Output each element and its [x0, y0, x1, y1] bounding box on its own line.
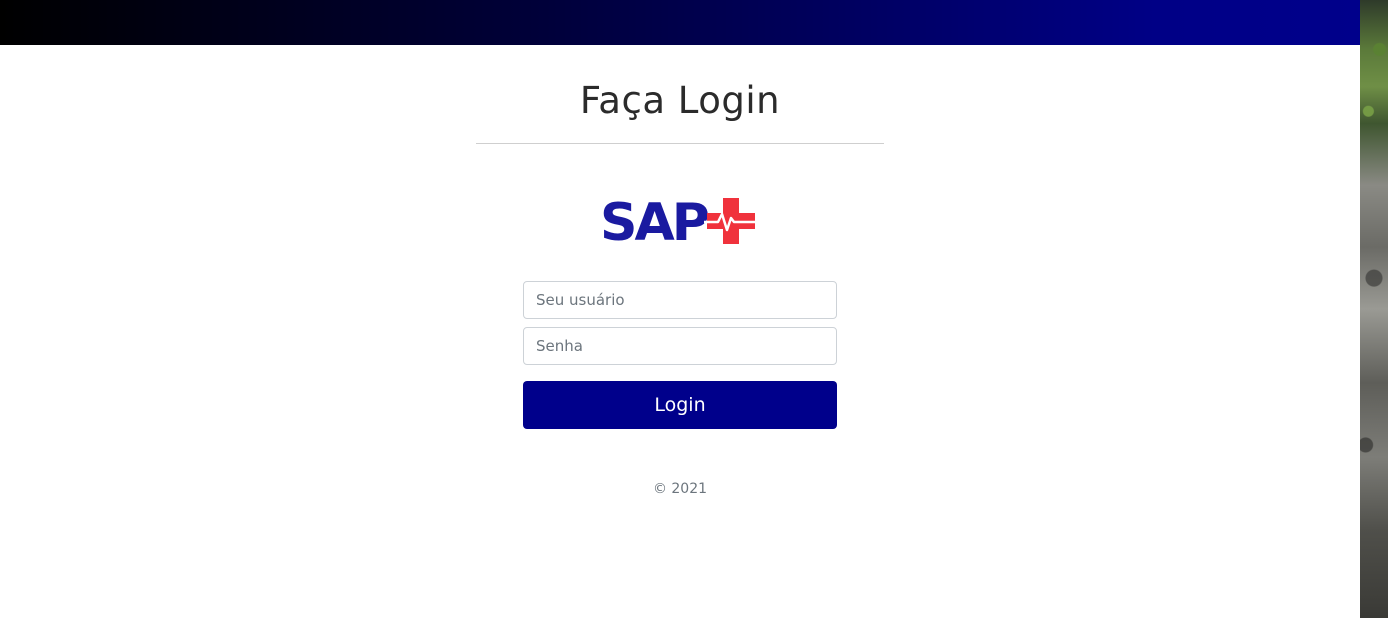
username-input[interactable]	[523, 281, 837, 319]
password-input[interactable]	[523, 327, 837, 365]
sap-logo: SAP	[476, 192, 884, 248]
login-panel: Faça Login SAP Login © 2021	[476, 45, 884, 497]
top-header-bar	[0, 0, 1360, 45]
login-button[interactable]: Login	[523, 381, 837, 429]
sap-logo-text: SAP	[600, 193, 708, 248]
login-form: Login	[523, 281, 837, 429]
login-page: Faça Login SAP Login © 2021	[0, 0, 1388, 618]
title-divider	[476, 143, 884, 144]
background-photo-edge	[1360, 0, 1388, 618]
medical-cross-icon	[704, 198, 758, 244]
copyright-text: © 2021	[652, 481, 708, 497]
page-title: Faça Login	[579, 79, 781, 122]
sap-logo-image: SAP	[600, 193, 758, 248]
